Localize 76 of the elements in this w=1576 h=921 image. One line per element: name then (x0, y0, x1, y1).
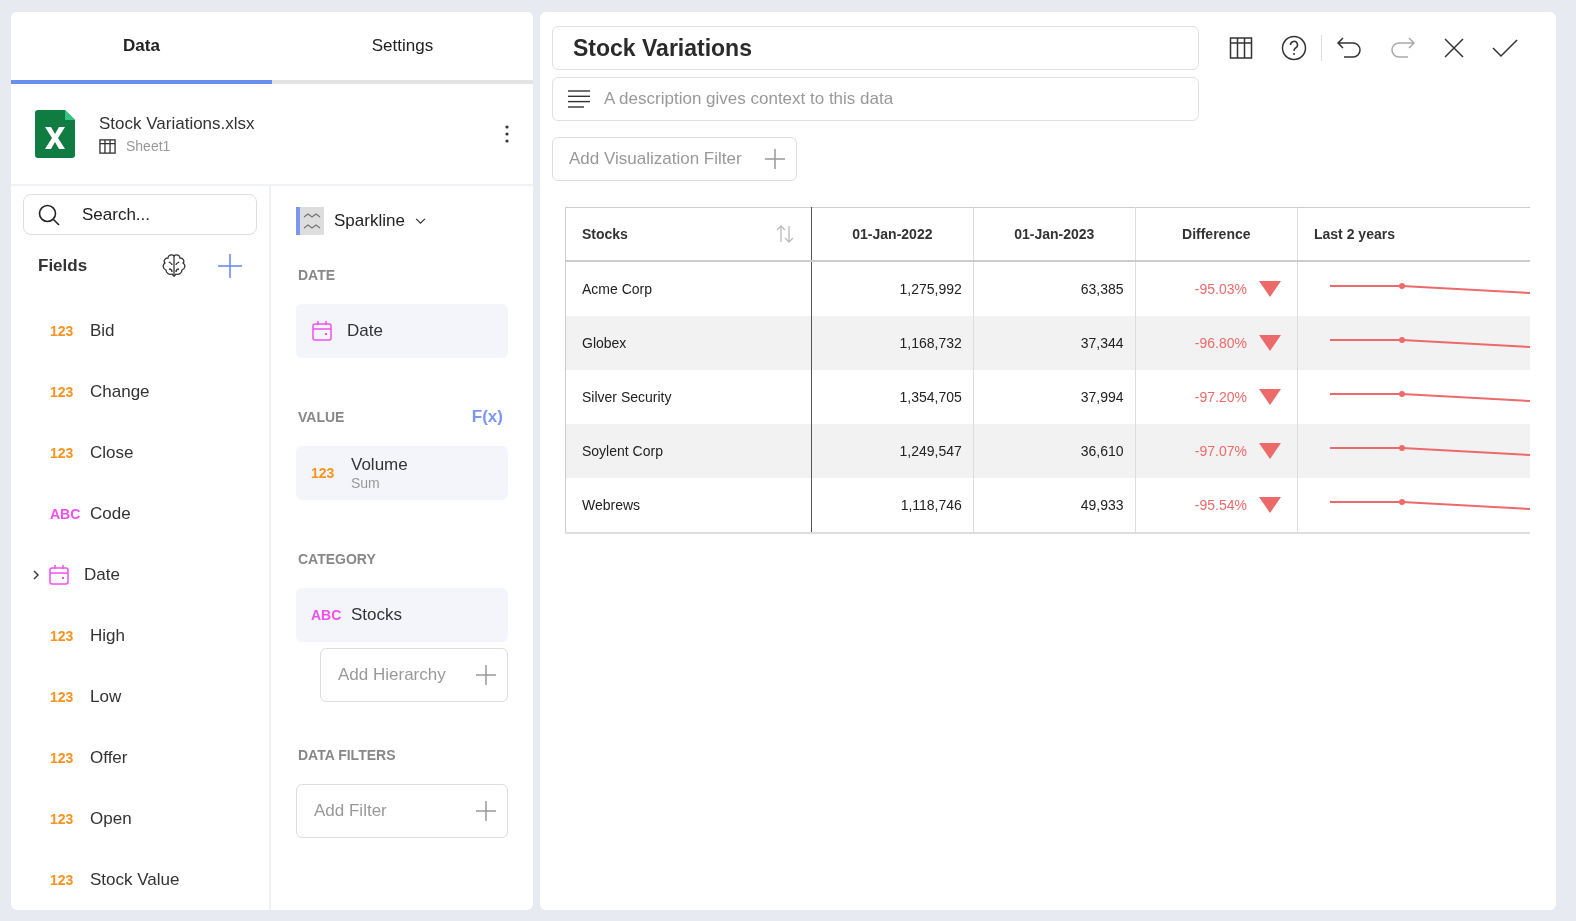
field-pill[interactable]: ABC Stocks (296, 588, 508, 642)
tab[interactable]: Data (11, 12, 272, 84)
difference-value: -97.20% (1194, 389, 1247, 405)
table-cell: 1,168,732 (811, 316, 974, 370)
column-header[interactable]: 01-Jan-2023 (973, 207, 1136, 261)
spreadsheet-file-icon (35, 110, 75, 158)
file-name: Stock Variations.xlsx (99, 113, 256, 134)
difference-value: -95.03% (1194, 281, 1247, 297)
table-cell: 1,118,746 (811, 478, 974, 533)
field-item[interactable]: 123 High (23, 605, 257, 666)
field-item[interactable]: 123 Bid (23, 300, 257, 361)
type-label: 123 (50, 627, 75, 644)
brain-icon[interactable] (161, 252, 187, 279)
field-item[interactable]: 123 Stock Value (23, 849, 257, 910)
column-header[interactable]: 01-Jan-2022 (811, 207, 974, 261)
caret-icon (414, 217, 426, 225)
field-pill[interactable]: Date (296, 304, 508, 358)
calendar-icon (311, 320, 333, 342)
title-field[interactable]: Stock Variations (552, 26, 1199, 70)
search-field[interactable]: Search... (23, 194, 257, 235)
type-label: 123 (311, 465, 336, 481)
plus-icon (764, 148, 786, 170)
type-label: 123 (50, 749, 75, 766)
down-triangle-icon (1259, 335, 1281, 351)
section-label: VALUE (297, 409, 345, 425)
plus-icon (475, 664, 497, 686)
table-cell: Soylent Corp (565, 424, 812, 478)
sparkline-chart-icon (296, 207, 324, 235)
fields-title: Fields (38, 255, 89, 276)
field-item[interactable]: 123 Low (23, 666, 257, 727)
type-label: 123 (50, 688, 75, 705)
table-cell: Webrews (565, 478, 812, 533)
field-item[interactable]: ABC Code (23, 483, 257, 544)
field-item[interactable]: Date (23, 544, 257, 605)
down-triangle-icon (1259, 389, 1281, 405)
more-icon[interactable] (505, 125, 509, 143)
table-cell: 1,249,547 (811, 424, 974, 478)
plus-icon (475, 800, 497, 822)
field-item[interactable]: 123 Change (23, 361, 257, 422)
check-icon[interactable] (1492, 38, 1518, 58)
table-cell: 49,933 (973, 478, 1136, 533)
field-item[interactable]: 123 Open (23, 788, 257, 849)
search-icon (38, 203, 60, 226)
type-label: 123 (50, 444, 75, 461)
section-label: DATA FILTERS (297, 747, 396, 763)
help-icon[interactable] (1281, 35, 1307, 61)
type-label: 123 (50, 871, 75, 888)
visualization-picker[interactable]: Sparkline (296, 204, 426, 238)
difference-value: -95.54% (1194, 497, 1247, 513)
sheet-name: Sheet1 (126, 138, 171, 154)
type-label: 123 (50, 810, 75, 827)
field-item[interactable]: 123 Offer (23, 727, 257, 788)
down-triangle-icon (1259, 281, 1281, 297)
difference-value: -97.07% (1194, 443, 1247, 459)
undo-icon[interactable] (1336, 36, 1362, 60)
table-cell: 37,344 (973, 316, 1136, 370)
type-label: 123 (50, 322, 75, 339)
column-header[interactable]: Last 2 years (1297, 207, 1530, 261)
type-label: 123 (50, 383, 75, 400)
text-lines-icon (568, 90, 590, 108)
table-cell: Globex (565, 316, 812, 370)
tab[interactable]: Settings (272, 12, 533, 84)
column-header[interactable]: Stocks (565, 207, 812, 261)
down-triangle-icon (1259, 497, 1281, 513)
grid-view-icon[interactable] (1229, 36, 1253, 60)
section-label: DATE (297, 267, 336, 283)
section-label: CATEGORY (297, 551, 376, 567)
calendar-icon (48, 563, 70, 586)
close-icon[interactable] (1444, 38, 1464, 58)
column-header[interactable]: Difference (1135, 207, 1298, 261)
field-item[interactable]: 123 Close (23, 422, 257, 483)
down-triangle-icon (1259, 443, 1281, 459)
aggregation-label: Sum (351, 475, 381, 491)
table-icon (99, 137, 116, 155)
difference-value: -96.80% (1194, 335, 1247, 351)
table-cell: 36,610 (973, 424, 1136, 478)
